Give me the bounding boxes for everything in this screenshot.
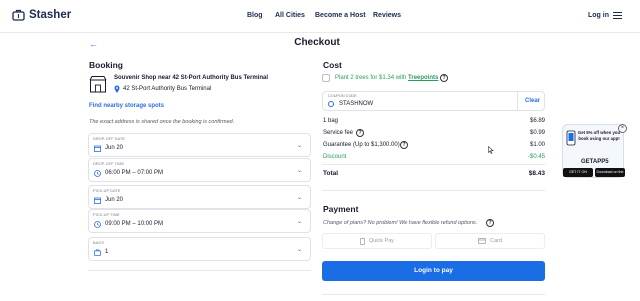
field-value: 09:00 PM – 10:00 PM bbox=[105, 221, 164, 227]
refund-note: Change of plans? No problem! We have fle… bbox=[323, 220, 478, 226]
help-icon[interactable]: ? bbox=[400, 141, 408, 149]
discount-label: Discount bbox=[323, 154, 347, 160]
service-fee-value: $0.99 bbox=[529, 130, 545, 136]
total-value: $8.43 bbox=[528, 170, 545, 177]
payment-heading: Payment bbox=[323, 204, 359, 214]
coupon-separator bbox=[517, 92, 518, 110]
back-arrow-icon[interactable]: ← bbox=[89, 39, 98, 49]
divider bbox=[322, 164, 545, 165]
coupon-clear-button[interactable]: Clear bbox=[525, 98, 540, 104]
field-value: Jun 20 bbox=[105, 197, 124, 203]
field-value: 1 bbox=[105, 249, 109, 255]
service-fee-label: Service fee bbox=[323, 130, 354, 136]
coupon-field[interactable]: COUPON CODE STASHNOW Clear bbox=[322, 91, 545, 111]
field-label: DROP-OFF TIME bbox=[93, 162, 125, 166]
plant-trees-text: Plant 2 trees for $1.34 with Treepoints bbox=[335, 75, 438, 81]
shop-icon bbox=[89, 76, 107, 93]
pickup-time-field[interactable]: PICK-UP TIME 09:00 PM – 10:00 PM ⌄ bbox=[88, 209, 311, 233]
chevron-down-icon: ⌄ bbox=[296, 247, 302, 253]
mouse-cursor-icon bbox=[488, 146, 494, 154]
help-icon[interactable]: ? bbox=[440, 74, 448, 82]
coupon-value: STASHNOW bbox=[339, 101, 374, 107]
google-play-badge[interactable]: GET IT ON Google Play bbox=[563, 168, 593, 183]
clock-icon bbox=[94, 170, 101, 177]
calendar-icon bbox=[94, 197, 101, 204]
plant-trees-label: Plant 2 trees for $1.34 with bbox=[335, 75, 409, 81]
dropoff-time-field[interactable]: DROP-OFF TIME 06:00 PM – 07:00 PM ⌄ bbox=[88, 158, 311, 182]
location-pin-icon bbox=[114, 85, 120, 93]
field-label: BAGS bbox=[93, 241, 104, 245]
divider bbox=[322, 294, 545, 295]
guarantee-label: Guarantee (Up to $1,300.00) bbox=[323, 142, 400, 148]
promo-text: Get 5% off when you book using our app! bbox=[577, 130, 621, 141]
field-value: Jun 20 bbox=[105, 145, 124, 151]
nav-all-cities[interactable]: All Cities bbox=[275, 12, 305, 19]
quick-pay-option[interactable]: Quick Pay bbox=[322, 233, 432, 249]
app-store-badge[interactable]: Download on the App Store bbox=[595, 168, 625, 183]
divider bbox=[322, 190, 545, 191]
quick-pay-label: Quick Pay bbox=[368, 238, 395, 244]
chevron-down-icon: ⌄ bbox=[296, 219, 302, 225]
total-label: Total bbox=[323, 170, 339, 177]
promo-code: GETAPP5 bbox=[581, 159, 609, 165]
help-icon[interactable]: ? bbox=[486, 219, 494, 227]
pickup-date-field[interactable]: PICK-UP DATE Jun 20 ⌄ bbox=[88, 185, 311, 209]
shop-address: 42 St-Port Authority Bus Terminal bbox=[123, 86, 212, 92]
coupon-label: COUPON CODE bbox=[328, 94, 357, 98]
discount-value: -$0.45 bbox=[527, 154, 545, 160]
field-value: 06:00 PM – 07:00 PM bbox=[105, 170, 164, 176]
dropoff-date-field[interactable]: DROP-OFF DATE Jun 20 ⌄ bbox=[88, 133, 311, 157]
divider bbox=[88, 270, 311, 271]
address-note: The exact address is shared once the boo… bbox=[89, 119, 235, 125]
calendar-icon bbox=[94, 145, 101, 152]
guarantee-value: $1.00 bbox=[529, 142, 545, 148]
field-label: PICK-UP TIME bbox=[93, 213, 120, 217]
brand-name: Stasher bbox=[29, 9, 72, 21]
treepoints-link[interactable]: Treepoints bbox=[408, 75, 438, 81]
chevron-down-icon: ⌄ bbox=[296, 143, 302, 149]
nav-become-host[interactable]: Become a Host bbox=[315, 12, 366, 19]
clock-icon bbox=[94, 221, 101, 228]
bag-icon bbox=[94, 249, 101, 256]
card-label: Card bbox=[490, 238, 502, 244]
top-header: Stasher Blog All Cities Become a Host Re… bbox=[0, 0, 640, 33]
bags-field[interactable]: BAGS 1 ⌄ bbox=[88, 237, 311, 261]
help-icon[interactable]: ? bbox=[356, 129, 364, 137]
phone-app-icon bbox=[566, 130, 576, 146]
find-nearby-link[interactable]: Find nearby storage spots bbox=[89, 103, 164, 109]
suitcase-icon bbox=[12, 9, 25, 21]
bag-price-value: $6.89 bbox=[529, 118, 545, 124]
field-label: PICK-UP DATE bbox=[93, 189, 121, 193]
page-title: Checkout bbox=[294, 37, 340, 48]
field-label: DROP-OFF DATE bbox=[93, 137, 126, 141]
login-link[interactable]: Log in bbox=[588, 12, 609, 19]
brand-logo[interactable]: Stasher bbox=[12, 9, 71, 21]
nav-blog[interactable]: Blog bbox=[247, 12, 263, 19]
close-icon[interactable]: × bbox=[618, 124, 627, 133]
coupon-applied-icon bbox=[328, 101, 334, 107]
card-option[interactable]: Card bbox=[435, 233, 545, 249]
shop-name: Souvenir Shop near 42 St-Port Authority … bbox=[114, 75, 269, 81]
chevron-down-icon: ⌄ bbox=[296, 195, 302, 201]
phone-icon bbox=[360, 237, 365, 245]
plant-trees-checkbox[interactable] bbox=[322, 74, 330, 82]
cost-heading: Cost bbox=[323, 60, 342, 70]
booking-heading: Booking bbox=[89, 60, 123, 70]
nav-reviews[interactable]: Reviews bbox=[373, 12, 401, 19]
credit-card-icon bbox=[478, 238, 486, 244]
hamburger-menu-icon[interactable] bbox=[613, 12, 622, 19]
chevron-down-icon: ⌄ bbox=[296, 168, 302, 174]
login-to-pay-button[interactable]: Login to pay bbox=[322, 261, 545, 281]
bag-price-label: 1 bag bbox=[323, 118, 339, 124]
